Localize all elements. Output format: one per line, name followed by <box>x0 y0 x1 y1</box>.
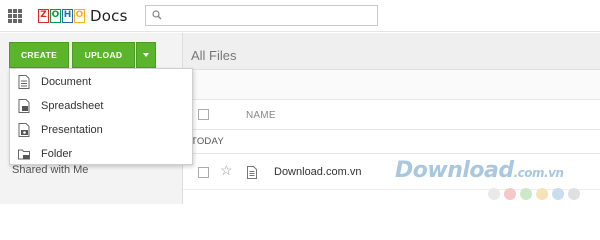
presentation-icon <box>18 123 30 137</box>
document-icon <box>247 166 257 179</box>
watermark-dot <box>536 188 548 200</box>
logo-letter: O <box>50 9 61 23</box>
watermark-suffix: .com.vn <box>513 166 564 180</box>
apps-grid-icon[interactable] <box>8 9 22 23</box>
menu-item-spreadsheet[interactable]: Spreadsheet <box>10 94 192 118</box>
menu-item-document[interactable]: Document <box>10 70 192 94</box>
spreadsheet-icon <box>18 99 30 113</box>
toolbar-strip <box>183 70 600 100</box>
main-header: All Files <box>183 33 600 70</box>
menu-item-label: Document <box>41 76 92 88</box>
watermark-dots <box>488 188 584 200</box>
watermark-dot <box>488 188 500 200</box>
watermark-dot <box>504 188 516 200</box>
watermark-text: Download <box>395 158 514 183</box>
select-all-checkbox[interactable] <box>198 109 209 120</box>
search-input[interactable] <box>166 8 371 23</box>
zoho-logo: ZOHO <box>38 9 86 23</box>
star-icon[interactable]: ☆ <box>220 163 233 177</box>
upload-button[interactable]: UPLOAD <box>72 42 135 68</box>
chevron-down-icon <box>143 53 149 57</box>
document-icon <box>18 75 30 89</box>
group-header-today: TODAY <box>183 130 600 154</box>
create-menu: Document Spreadsheet Presentation Folder <box>9 68 193 165</box>
column-header-name[interactable]: NAME <box>246 110 276 121</box>
menu-item-label: Spreadsheet <box>41 100 104 112</box>
create-button[interactable]: CREATE <box>9 42 69 68</box>
app-name: Docs <box>90 7 128 25</box>
watermark-logo: Download.com.vn <box>395 158 564 183</box>
logo-letter: H <box>62 9 73 23</box>
search-box[interactable] <box>145 5 378 26</box>
file-name[interactable]: Download.com.vn <box>274 166 361 178</box>
zoho-docs-logo[interactable]: ZOHO Docs <box>38 7 128 25</box>
watermark-dot <box>552 188 564 200</box>
page-title: All Files <box>191 48 237 63</box>
column-header-row: NAME <box>183 100 600 130</box>
folder-icon <box>18 149 30 160</box>
logo-letter: Z <box>38 9 49 23</box>
row-checkbox[interactable] <box>198 167 209 178</box>
watermark-dot <box>568 188 580 200</box>
menu-item-label: Folder <box>41 148 73 160</box>
group-label: TODAY <box>191 136 224 147</box>
top-bar: ZOHO Docs <box>0 0 600 32</box>
menu-item-label: Presentation <box>41 124 103 136</box>
upload-dropdown-button[interactable] <box>136 42 156 68</box>
logo-letter: O <box>74 9 85 23</box>
watermark-dot <box>520 188 532 200</box>
search-icon <box>152 10 162 20</box>
menu-item-presentation[interactable]: Presentation <box>10 118 192 142</box>
menu-item-folder[interactable]: Folder <box>10 142 192 166</box>
